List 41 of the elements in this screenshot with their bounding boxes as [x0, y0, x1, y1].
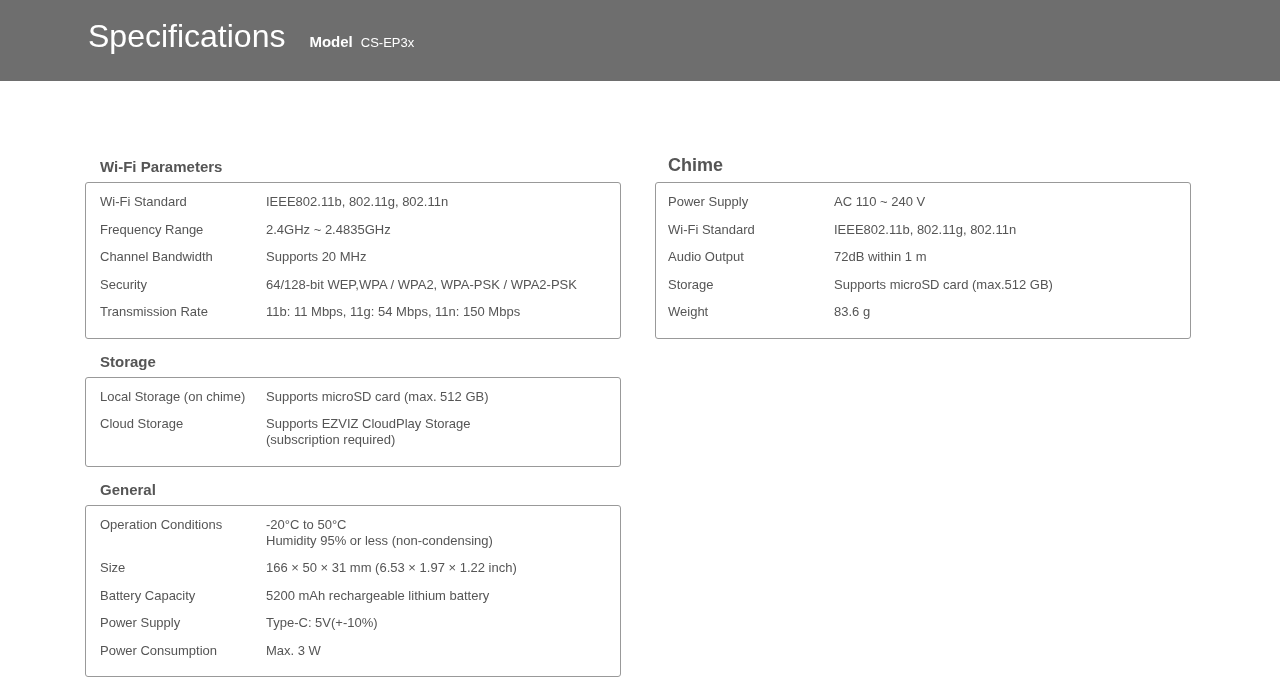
spec-label: Transmission Rate	[100, 304, 209, 320]
model-label: Model	[309, 33, 353, 50]
spec-label: Channel Bandwidth	[100, 249, 214, 265]
spec-label: Audio Output	[668, 249, 745, 265]
spec-label: Size	[100, 560, 127, 576]
spec-label: Storage	[668, 276, 715, 293]
spec-value: Supports 20 MHz	[266, 249, 367, 265]
page-title: Specifications	[88, 18, 286, 55]
spec-value: AC 110 ~ 240 V	[834, 194, 926, 210]
spec-label: Wi-Fi Standard	[100, 194, 188, 210]
spec-value: -20°C to 50°C Humidity 95% or less (non-condensing)	[266, 516, 493, 549]
spec-value: IEEE802.11b, 802.11g, 802.11n	[834, 221, 1017, 238]
spec-value: Max. 3 W	[266, 642, 321, 659]
spec-value: 72dB within 1 m	[834, 249, 927, 265]
spec-label: Security	[100, 276, 148, 293]
spec-label: Battery Capacity	[100, 587, 197, 604]
spec-value: Supports EZVIZ CloudPlay Storage (subscription required)	[266, 416, 471, 448]
spec-value: 83.6 g	[834, 304, 871, 320]
spec-value: Supports microSD card (max.512 GB)	[834, 276, 1053, 293]
spec-label: Power Supply	[668, 194, 750, 210]
spec-label: Weight	[668, 304, 710, 320]
spec-value: 5200 mAh rechargeable lithium battery	[266, 587, 490, 604]
spec-value: 166 × 50 × 31 mm (6.53 × 1.97 × 1.22 inch)	[266, 560, 517, 576]
spec-value: 2.4GHz ~ 2.4835GHz	[266, 221, 391, 238]
spec-label: Cloud Storage	[100, 416, 185, 433]
section-title: General	[99, 479, 157, 500]
spec-label: Frequency Range	[100, 221, 205, 238]
spec-label: Local Storage (on chime)	[100, 388, 247, 405]
spec-label: Wi-Fi Standard	[668, 221, 756, 238]
spec-value: Supports microSD card (max. 512 GB)	[266, 388, 489, 405]
section-title: Storage	[99, 351, 157, 372]
spec-label: Power Consumption	[100, 642, 219, 659]
spec-value: 11b: 11 Mbps, 11g: 54 Mbps, 11n: 150 Mbps	[266, 304, 521, 320]
spec-value: 64/128-bit WEP,WPA / WPA2, WPA-PSK / WPA2-PSK	[266, 276, 577, 293]
spec-label: Power Supply	[100, 615, 182, 631]
model-value: CS-EP3x	[360, 35, 415, 50]
section-title: Chime	[667, 154, 724, 177]
spec-value: Type-C: 5V(+-10%)	[266, 615, 378, 631]
spec-label: Operation Conditions	[100, 516, 224, 534]
section-title: Wi-Fi Parameters	[99, 157, 224, 177]
spec-value: IEEE802.11b, 802.11g, 802.11n	[266, 194, 449, 210]
